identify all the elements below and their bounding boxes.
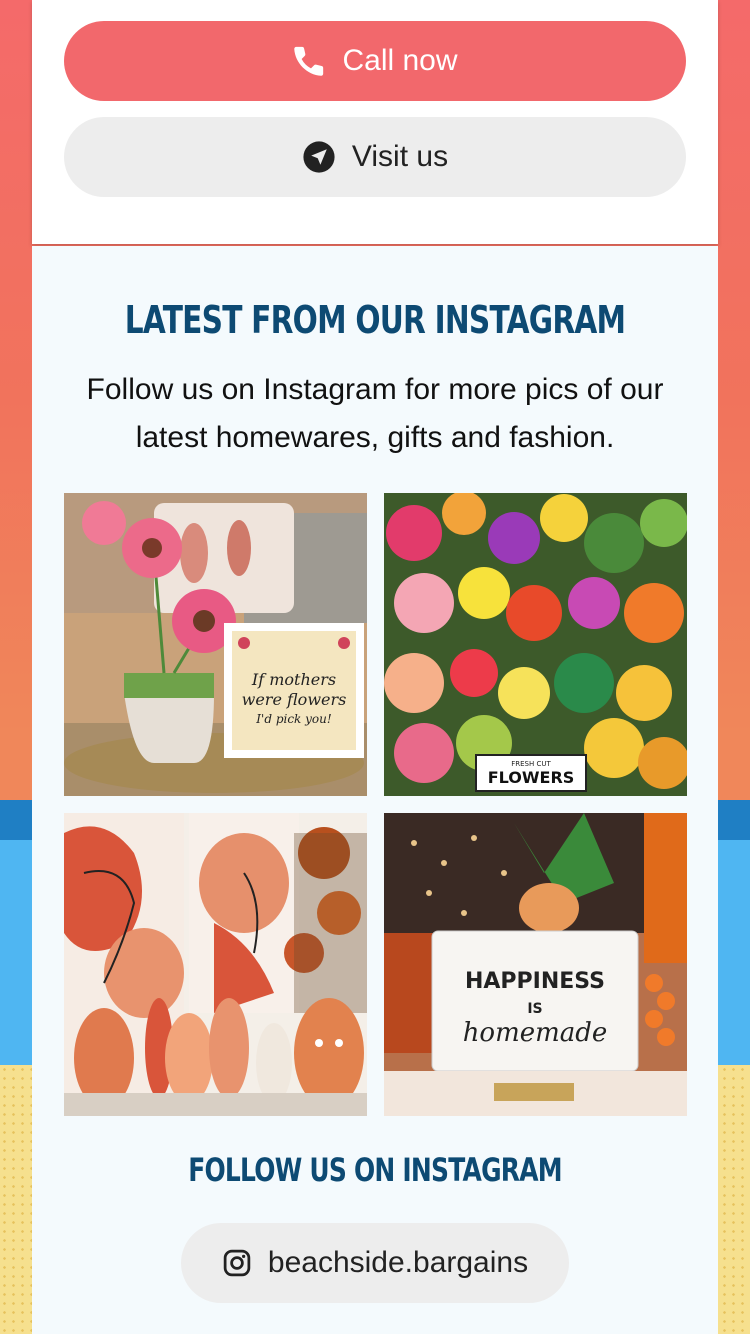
svg-text:I'd pick you!: I'd pick you!: [255, 712, 332, 726]
navigation-arrow-icon: [302, 140, 336, 174]
instagram-icon: [222, 1248, 252, 1278]
instagram-handle-button[interactable]: beachside.bargains: [181, 1223, 569, 1303]
instagram-heading: LATEST FROM OUR INSTAGRAM: [124, 298, 626, 342]
instagram-post-4[interactable]: HAPPINESS IS homemade: [384, 813, 687, 1116]
post-3-image: [64, 813, 367, 1116]
phone-icon: [292, 44, 326, 78]
post-2-sign-small: FRESH CUT: [511, 760, 551, 768]
svg-text:were flowers: were flowers: [242, 690, 347, 709]
svg-text:If mothers: If mothers: [251, 670, 336, 689]
instagram-post-3[interactable]: [64, 813, 367, 1116]
svg-text:HAPPINESS: HAPPINESS: [465, 969, 605, 994]
svg-text:homemade: homemade: [463, 1018, 608, 1048]
instagram-handle-label: beachside.bargains: [267, 1246, 529, 1279]
post-1-image: If mothers were flowers I'd pick you!: [64, 493, 367, 796]
visit-us-button[interactable]: Visit us: [64, 117, 686, 197]
instagram-description: Follow us on Instagram for more pics of …: [86, 373, 664, 454]
post-4-image: HAPPINESS IS homemade: [384, 813, 687, 1116]
call-now-label: Call now: [342, 44, 458, 77]
instagram-post-1[interactable]: If mothers were flowers I'd pick you!: [64, 493, 367, 796]
svg-text:FLOWERS: FLOWERS: [488, 768, 575, 787]
svg-text:IS: IS: [527, 1001, 542, 1017]
follow-instagram-heading: FOLLOW US ON INSTAGRAM: [188, 1151, 562, 1189]
visit-us-label: Visit us: [351, 140, 449, 173]
contact-card: Call now Visit us: [32, 0, 718, 244]
instagram-post-2[interactable]: FRESH CUT FLOWERS: [384, 493, 687, 796]
post-2-image: FRESH CUT FLOWERS: [384, 493, 687, 796]
call-now-button[interactable]: Call now: [64, 21, 686, 101]
